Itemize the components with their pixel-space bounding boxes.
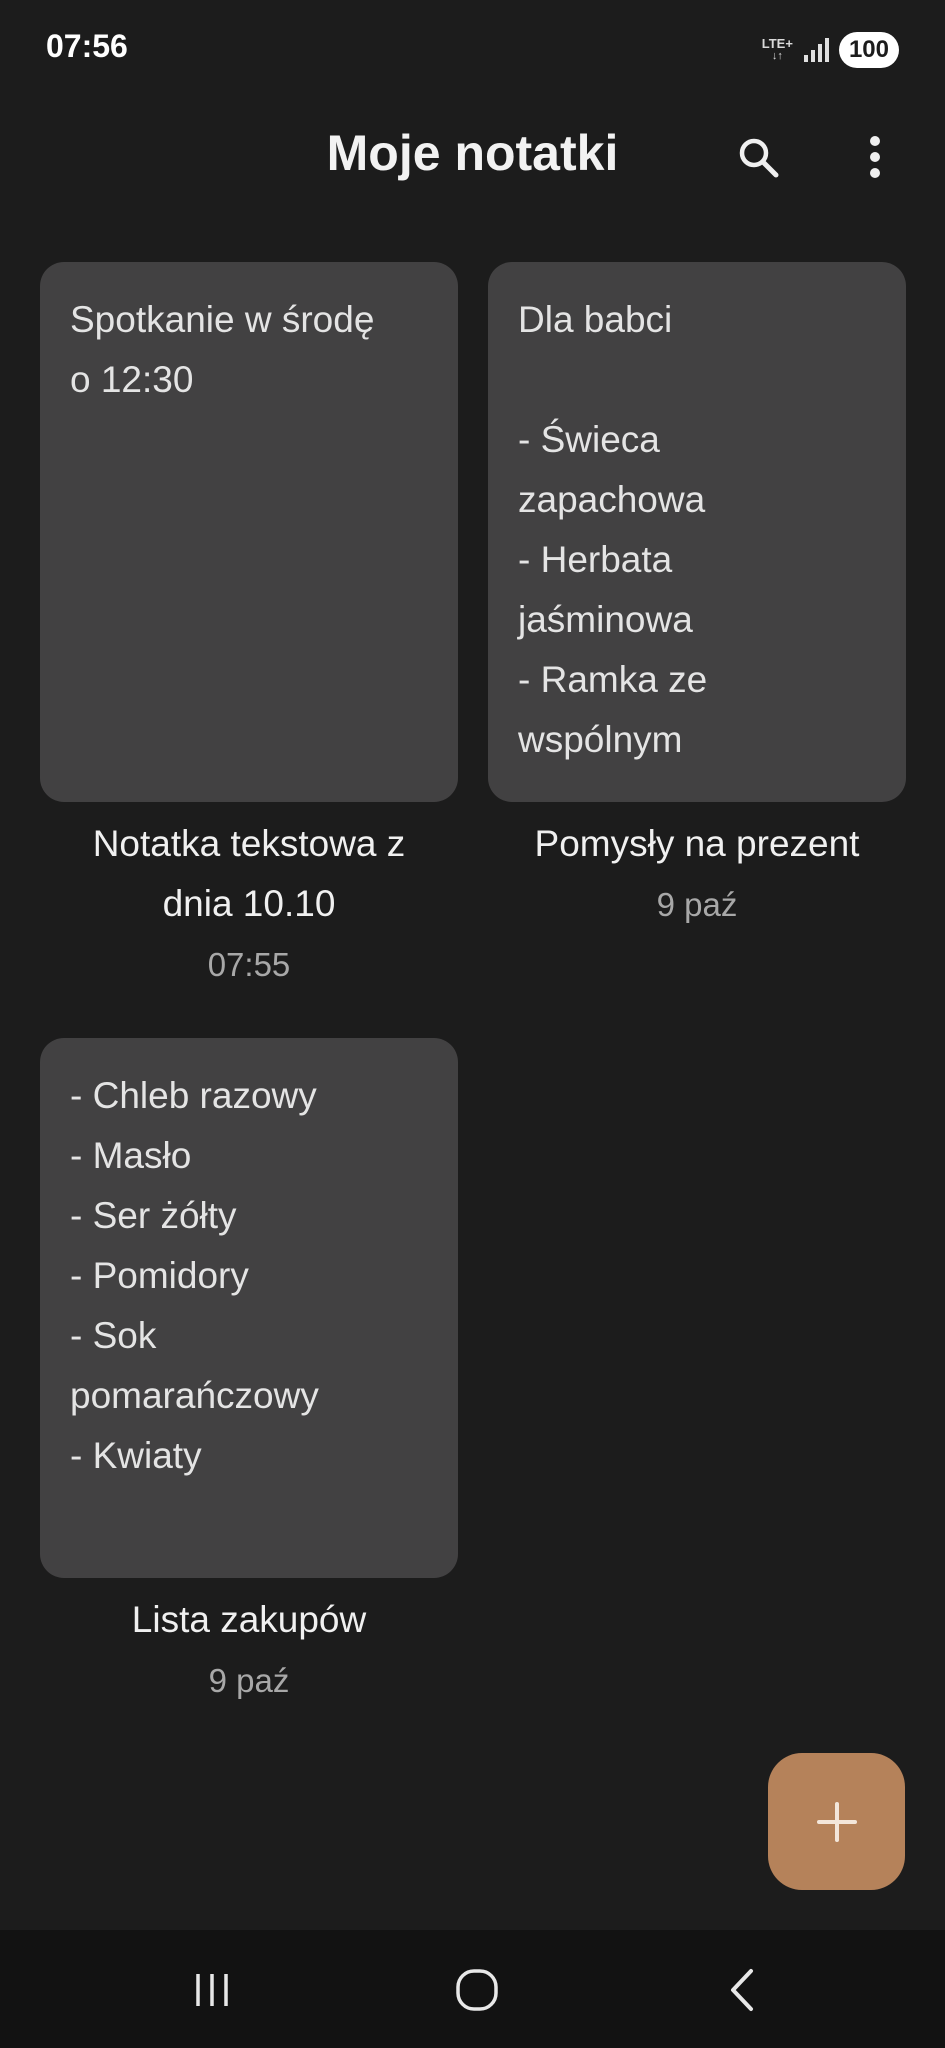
recents-button[interactable] <box>172 1950 252 2030</box>
note-body-line: - Herbata <box>518 539 673 580</box>
note-body-line: - Masło <box>70 1135 192 1176</box>
note-body-line: - Ramka ze <box>518 659 708 700</box>
note-body-line: pomarańczowy <box>70 1375 319 1416</box>
note-body-line: - Chleb razowy <box>70 1075 317 1116</box>
note-date: 9 paź <box>656 886 738 923</box>
back-button[interactable] <box>702 1950 782 2030</box>
note-body-line: jaśminowa <box>518 599 693 640</box>
note-title: Notatka tekstowa z dnia 10.10 <box>40 814 458 934</box>
search-button[interactable] <box>723 122 793 192</box>
search-icon <box>739 138 779 178</box>
note-body-line <box>518 350 876 410</box>
note-card[interactable]: Spotkanie w środę o 12:30 <box>40 262 458 802</box>
note-body-line: - Pomidory <box>70 1255 249 1296</box>
note-body-line: - Ser żółty <box>70 1195 237 1236</box>
recents-icon <box>196 1974 228 2006</box>
signal-icon <box>803 38 829 62</box>
note-date: 9 paź <box>208 1662 290 1699</box>
note-body-line: Dla babci <box>518 299 673 340</box>
note-card[interactable]: - Chleb razowy - Masło - Ser żółty - Pom… <box>40 1038 458 1578</box>
status-bar: 07:56 LTE+ ↓↑ 100 <box>0 0 945 100</box>
note-body-line: - Sok <box>70 1315 157 1356</box>
note-card[interactable]: Dla babci - Świeca zapachowa - Herbata j… <box>488 262 906 802</box>
note-body-line: - Kwiaty <box>70 1435 202 1476</box>
status-time: 07:56 <box>46 28 128 64</box>
note-body-line: zapachowa <box>518 479 706 520</box>
note-title-line: Lista zakupów <box>131 1599 367 1640</box>
note-date: 07:55 <box>207 946 291 983</box>
note-title: Lista zakupów <box>40 1590 458 1650</box>
note-body-line: Spotkanie w środę <box>70 299 375 340</box>
add-note-button[interactable] <box>768 1753 905 1890</box>
plus-icon <box>816 1801 857 1842</box>
home-icon <box>456 1969 498 2011</box>
status-indicators: LTE+ ↓↑ 100 <box>762 30 899 70</box>
page-title: Moje notatki <box>326 125 619 181</box>
note-title-line: Notatka tekstowa z <box>92 823 406 864</box>
battery-indicator: 100 <box>838 32 899 68</box>
note-title-line: dnia 10.10 <box>162 883 336 924</box>
network-type: LTE+ ↓↑ <box>762 37 793 63</box>
note-body-line: o 12:30 <box>70 359 194 400</box>
note-title-line: Pomysły na prezent <box>534 823 860 864</box>
home-button[interactable] <box>437 1950 517 2030</box>
system-nav-bar <box>0 1930 945 2048</box>
note-body-line: - Świeca <box>518 419 660 460</box>
network-label: LTE+ <box>761 36 793 51</box>
back-icon <box>731 1969 753 2011</box>
more-vert-icon <box>870 136 880 178</box>
note-title: Pomysły na prezent <box>488 814 906 874</box>
note-body-line: wspólnym <box>518 719 683 760</box>
network-arrows: ↓↑ <box>771 50 783 62</box>
more-options-button[interactable] <box>840 122 910 192</box>
